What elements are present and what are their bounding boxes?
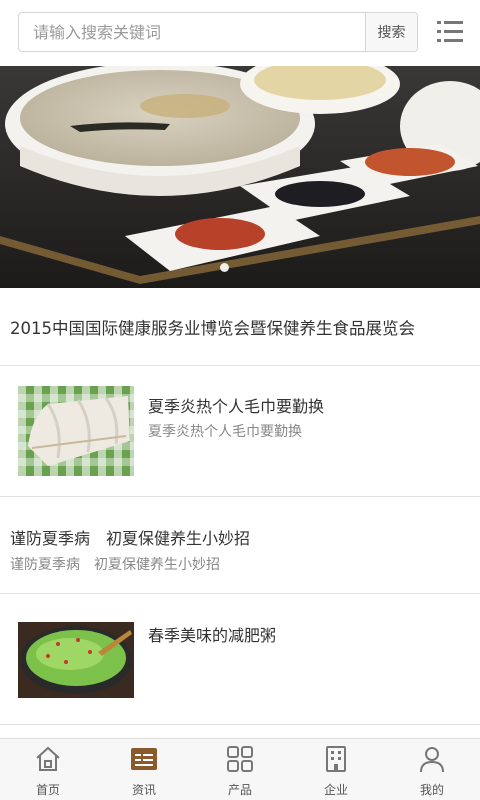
news-title: 夏季炎热个人毛巾要勤换 — [148, 397, 325, 416]
banner-image — [0, 66, 480, 288]
grid-icon — [227, 746, 253, 772]
bottom-nav: 首页 资讯 产品 企业 我的 — [0, 738, 480, 800]
news-title: 谨防夏季病 初夏保健养生小妙招 — [10, 529, 251, 548]
nav-products-label: 产品 — [227, 783, 252, 797]
list-item[interactable]: 谨防夏季病 初夏保健养生小妙招 谨防夏季病 初夏保健养生小妙招 — [0, 497, 480, 594]
nav-profile-label: 我的 — [419, 783, 444, 797]
headline-item[interactable]: 2015中国国际健康服务业博览会暨保健养生食品展览会 — [0, 288, 480, 366]
nav-home[interactable]: 首页 — [0, 739, 96, 800]
news-subtitle: 谨防夏季病 初夏保健养生小妙招 — [10, 557, 220, 573]
building-icon — [326, 746, 346, 772]
headline-title: 2015中国国际健康服务业博览会暨保健养生食品展览会 — [10, 318, 415, 338]
search-input[interactable] — [19, 13, 366, 51]
nav-company[interactable]: 企业 — [288, 739, 384, 800]
user-icon — [420, 747, 444, 773]
menu-list-icon[interactable] — [436, 18, 464, 46]
nav-company-label: 企业 — [323, 783, 348, 797]
nav-home-label: 首页 — [35, 783, 60, 797]
news-title: 春季美味的减肥粥 — [148, 626, 277, 645]
nav-news-label: 资讯 — [131, 783, 156, 797]
banner-carousel[interactable] — [0, 66, 480, 288]
search-button[interactable]: 搜索 — [365, 13, 417, 51]
news-subtitle: 夏季炎热个人毛巾要勤换 — [148, 424, 302, 440]
porridge-thumbnail — [18, 622, 134, 698]
nav-profile[interactable]: 我的 — [384, 739, 480, 800]
home-icon — [36, 746, 60, 771]
nav-products[interactable]: 产品 — [192, 739, 288, 800]
list-item[interactable]: 夏季炎热个人毛巾要勤换 夏季炎热个人毛巾要勤换 — [0, 366, 480, 497]
list-item[interactable]: 春季美味的减肥粥 — [0, 594, 480, 725]
search-box: 搜索 — [18, 12, 418, 52]
nav-news[interactable]: 资讯 — [96, 739, 192, 800]
header: 搜索 — [0, 0, 480, 66]
news-icon — [131, 748, 157, 770]
towel-thumbnail — [18, 386, 134, 476]
carousel-dot[interactable] — [220, 263, 229, 272]
